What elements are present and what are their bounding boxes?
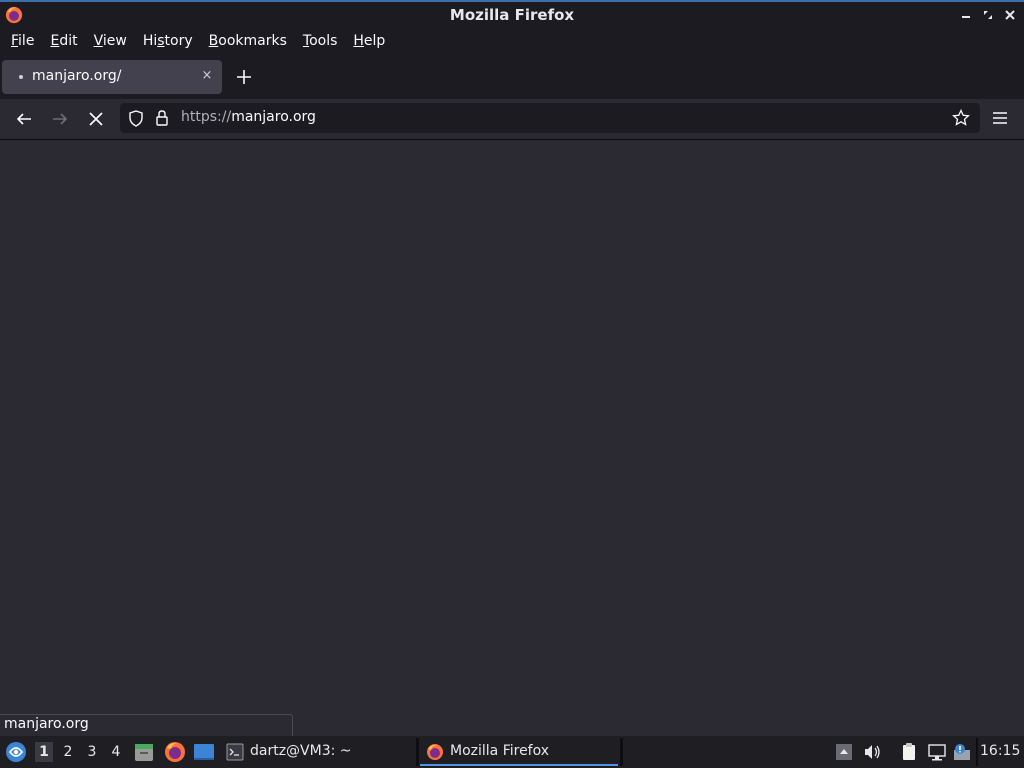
tab-title: manjaro.org/ [32,68,122,84]
manjaro-menu-icon[interactable] [4,740,28,764]
stop-button[interactable] [84,108,108,130]
workspace-2[interactable]: 2 [59,742,77,762]
workspace-3[interactable]: 3 [83,742,101,762]
close-window-button[interactable] [1002,7,1018,23]
clipboard-icon[interactable] [899,742,919,762]
url-text[interactable]: https://manjaro.org [181,109,316,125]
window-titlebar[interactable]: Mozilla Firefox [0,0,1024,28]
menu-view[interactable]: View [86,28,135,55]
close-icon [1005,10,1015,20]
loading-dot-icon [19,75,23,79]
clock[interactable]: 16:15 [980,743,1020,759]
taskbar-separator [416,738,419,766]
app-menu-button[interactable] [990,108,1010,128]
task-firefox[interactable]: Mozilla Firefox [420,738,618,766]
forward-button[interactable] [48,108,72,130]
arrow-left-icon [16,113,31,125]
task-terminal-label: dartz@VM3: ~ [250,743,352,759]
menu-help[interactable]: Help [345,28,393,55]
navigation-bar: https://manjaro.org [0,99,1024,140]
status-panel: manjaro.org [0,714,293,736]
file-manager-icon[interactable] [133,741,155,763]
menu-edit[interactable]: Edit [42,28,85,55]
taskbar: 1 2 3 4 dartz@VM3: ~ Mozilla Firefox 16:… [0,736,1024,768]
menu-file[interactable]: File [3,28,42,55]
page-content[interactable] [0,140,1024,736]
new-tab-button[interactable] [234,66,254,88]
arrow-right-icon [53,113,68,125]
address-bar[interactable]: https://manjaro.org [120,103,980,133]
menu-history[interactable]: History [135,28,201,55]
firefox-launcher-icon[interactable] [164,741,186,763]
terminal-icon [226,743,244,761]
window-title: Mozilla Firefox [449,6,575,24]
taskbar-separator [976,738,978,766]
menu-tools[interactable]: Tools [295,28,346,55]
bookmark-star-icon[interactable] [952,109,970,127]
menu-bar: File Edit View History Bookmarks Tools H… [0,28,1024,55]
back-button[interactable] [12,108,36,130]
task-terminal[interactable]: dartz@VM3: ~ [220,738,415,766]
network-icon[interactable] [927,742,947,762]
stop-x-icon [89,112,103,126]
volume-icon[interactable] [862,742,882,762]
workspace-4[interactable]: 4 [107,742,125,762]
minimize-button[interactable] [958,7,974,23]
maximize-button[interactable] [980,7,996,23]
tab-manjaro[interactable]: manjaro.org/ × [2,60,222,94]
tab-close-button[interactable]: × [200,67,214,85]
firefox-icon [427,744,443,760]
plus-icon [237,70,251,84]
hamburger-menu-icon [993,112,1007,124]
task-firefox-label: Mozilla Firefox [450,743,550,759]
tab-strip: manjaro.org/ × [0,55,1024,99]
maximize-icon [984,11,992,19]
menu-bookmarks[interactable]: Bookmarks [201,28,295,55]
update-notifier-icon[interactable] [952,742,972,762]
minimize-icon [962,16,970,18]
workspace-1[interactable]: 1 [35,742,53,762]
tracking-protection-shield-icon[interactable] [128,110,144,127]
tray-scroll-up-icon[interactable] [834,742,854,762]
lock-icon[interactable] [155,109,169,127]
taskbar-separator [620,738,623,766]
desktop-icon[interactable] [193,741,215,763]
